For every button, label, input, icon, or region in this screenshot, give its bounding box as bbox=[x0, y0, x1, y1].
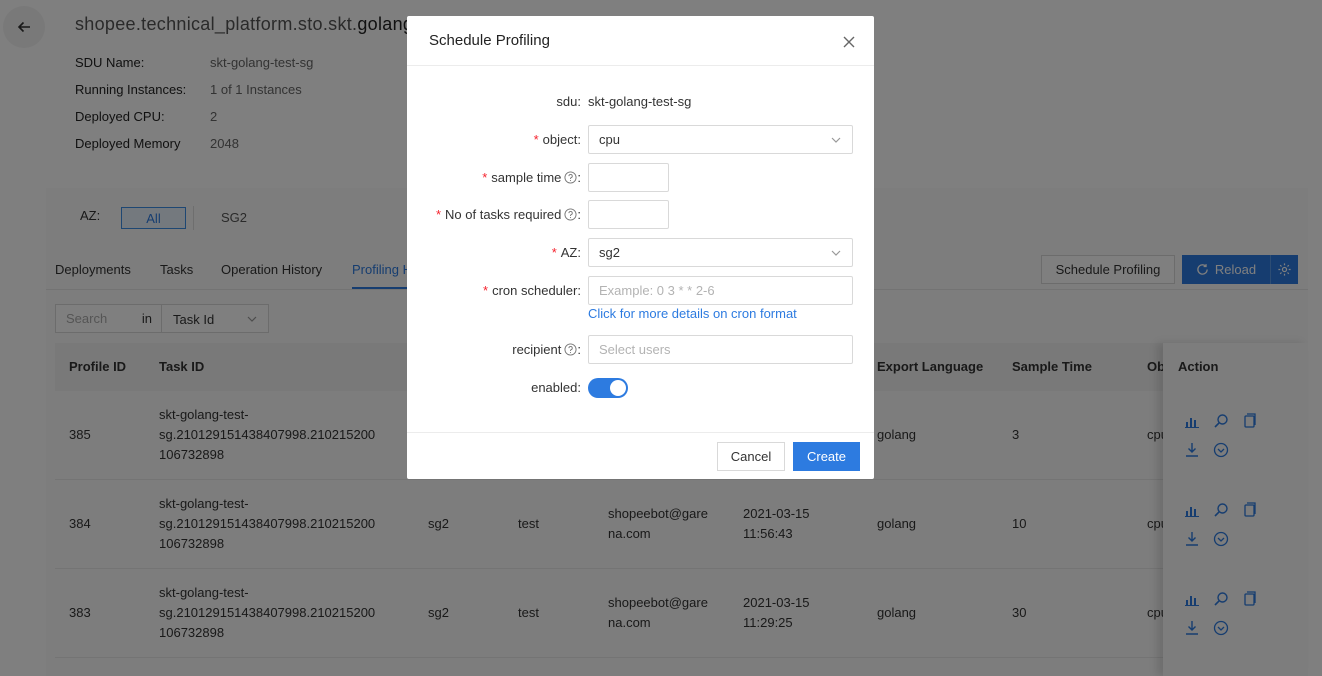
colon: : bbox=[577, 283, 581, 298]
question-circle-icon[interactable] bbox=[564, 171, 577, 184]
recipient-label: recipient: bbox=[512, 342, 581, 357]
chevron-down-icon bbox=[831, 137, 841, 143]
enabled-label: enabled: bbox=[531, 380, 581, 395]
required-mark: * bbox=[533, 132, 539, 147]
sdu-label-text: sdu bbox=[556, 94, 578, 109]
modal-title: Schedule Profiling bbox=[429, 32, 550, 49]
recipient-select[interactable]: Select users bbox=[588, 335, 853, 364]
required-mark: * bbox=[551, 245, 557, 260]
az-select-label: * AZ: bbox=[552, 245, 581, 260]
question-circle-icon[interactable] bbox=[564, 208, 577, 221]
colon: : bbox=[577, 132, 581, 147]
object-value: cpu bbox=[599, 132, 620, 147]
required-mark: * bbox=[435, 207, 442, 222]
recipient-label-text: recipient bbox=[512, 342, 562, 357]
enabled-label-text: enabled bbox=[531, 380, 578, 395]
recipient-placeholder: Select users bbox=[599, 342, 671, 357]
colon: : bbox=[577, 94, 581, 109]
az-label-text: AZ bbox=[560, 245, 578, 260]
sample-time-input[interactable] bbox=[588, 163, 669, 192]
sample-time-label: * sample time: bbox=[482, 170, 581, 185]
cancel-button[interactable]: Cancel bbox=[717, 442, 785, 471]
colon: : bbox=[577, 380, 581, 395]
object-label: * object: bbox=[534, 132, 581, 147]
chevron-down-icon bbox=[831, 250, 841, 256]
tasks-required-label-text: No of tasks required bbox=[445, 207, 562, 222]
schedule-profiling-modal: Schedule Profiling sdu: skt-golang-test-… bbox=[407, 16, 874, 479]
cron-scheduler-input[interactable]: Example: 0 3 * * 2-6 bbox=[588, 276, 853, 305]
close-icon[interactable] bbox=[841, 34, 857, 50]
sdu-label: sdu: bbox=[556, 94, 581, 109]
object-select[interactable]: cpu bbox=[588, 125, 853, 154]
required-mark: * bbox=[482, 170, 488, 185]
sample-time-label-text: sample time bbox=[491, 170, 562, 185]
tasks-required-label: * No of tasks required: bbox=[436, 207, 581, 222]
toggle-knob bbox=[610, 380, 626, 396]
az-value: sg2 bbox=[599, 245, 620, 260]
enabled-toggle[interactable] bbox=[588, 378, 628, 398]
cron-scheduler-label: * cron scheduler: bbox=[483, 283, 581, 298]
required-mark: * bbox=[483, 283, 489, 298]
tasks-required-input[interactable] bbox=[588, 200, 669, 229]
cron-placeholder: Example: 0 3 * * 2-6 bbox=[599, 283, 715, 298]
cron-help-link[interactable]: Click for more details on cron format bbox=[588, 306, 797, 321]
colon: : bbox=[577, 207, 581, 222]
cron-label-text: cron scheduler bbox=[492, 283, 578, 298]
colon: : bbox=[577, 245, 581, 260]
modal-footer-divider bbox=[407, 432, 874, 433]
create-button[interactable]: Create bbox=[793, 442, 860, 471]
az-select[interactable]: sg2 bbox=[588, 238, 853, 267]
colon: : bbox=[577, 170, 581, 185]
colon: : bbox=[577, 342, 581, 357]
sdu-value: skt-golang-test-sg bbox=[588, 94, 692, 109]
question-circle-icon[interactable] bbox=[564, 343, 577, 356]
object-label-text: object bbox=[542, 132, 578, 147]
modal-header-divider bbox=[407, 65, 874, 66]
